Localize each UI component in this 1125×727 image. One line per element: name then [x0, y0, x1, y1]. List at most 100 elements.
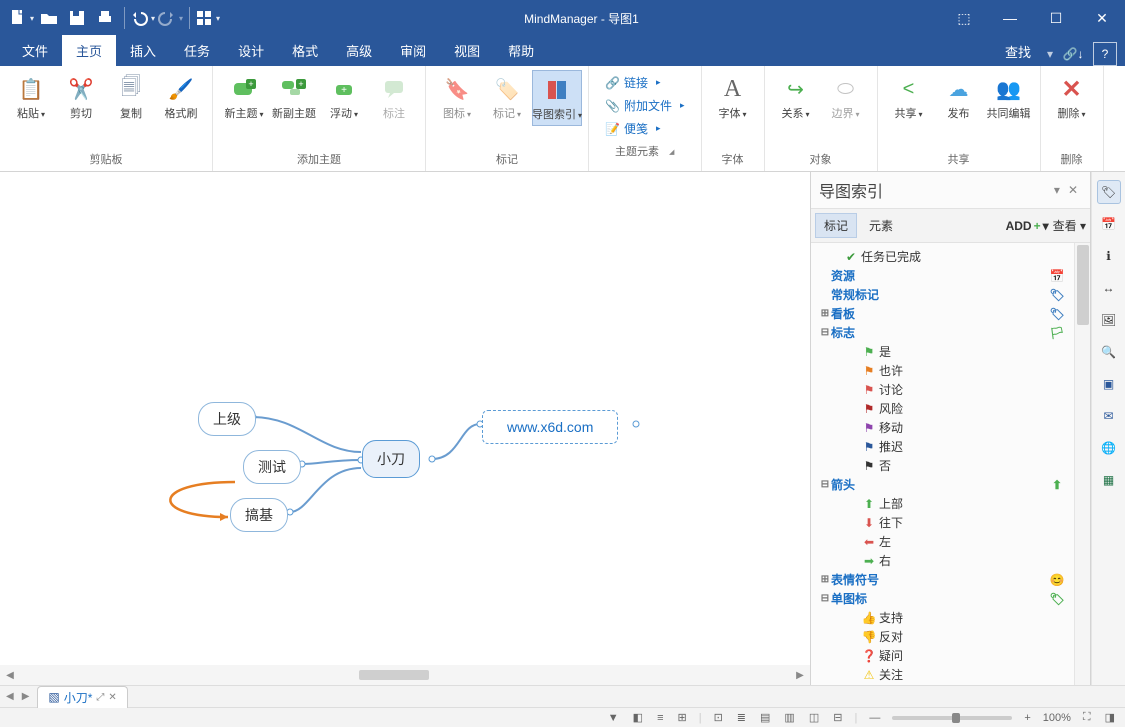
- attach-button[interactable]: 📎附加文件: [605, 97, 685, 114]
- panel-menu-button[interactable]: ▾: [1050, 183, 1064, 197]
- item-arrow-right[interactable]: ➡右: [815, 551, 1070, 570]
- share-button[interactable]: <共享: [884, 70, 934, 124]
- open-button[interactable]: [36, 5, 62, 31]
- item-flag-move[interactable]: ⚑移动: [815, 418, 1070, 437]
- tab-file[interactable]: 文件: [8, 35, 62, 66]
- redo-button[interactable]: [157, 5, 183, 31]
- sidebar-related-icon[interactable]: ↔: [1097, 276, 1121, 300]
- floating-topic-button[interactable]: +浮动: [319, 70, 369, 124]
- item-decision[interactable]: ⚖决定: [815, 684, 1070, 685]
- tab-advanced[interactable]: 高级: [332, 35, 386, 66]
- copy-button[interactable]: 🗐复制: [106, 70, 156, 124]
- item-arrow-left[interactable]: ⬅左: [815, 532, 1070, 551]
- view-map-icon[interactable]: ⊡: [712, 711, 725, 724]
- ribbon-collapse-button[interactable]: ⬚: [941, 0, 987, 36]
- status-btn-3[interactable]: ⊞: [676, 711, 689, 724]
- status-btn-1[interactable]: ◧: [631, 711, 645, 724]
- help-icon[interactable]: ?: [1093, 42, 1117, 66]
- new-topic-button[interactable]: +新主题: [219, 70, 269, 124]
- panel-vscrollbar[interactable]: [1074, 243, 1090, 685]
- item-flag-risk[interactable]: ⚑风险: [815, 399, 1070, 418]
- marker-tree[interactable]: ✔︎任务已完成 资源📅 常规标记🏷 ⊞看板🏷 ⊟标志🏳 ⚑是 ⚑也许 ⚑讨论 ⚑…: [811, 243, 1074, 685]
- filter-icon[interactable]: ▼: [606, 712, 621, 724]
- mindmap-canvas[interactable]: 小刀 上级 测试 搞基 www.x6d.com: [0, 172, 810, 665]
- view-icon-icon[interactable]: ◫: [807, 711, 821, 724]
- doctabs-prev[interactable]: ◀: [6, 691, 14, 702]
- view-schedule-icon[interactable]: ▥: [782, 711, 796, 724]
- icon-marker-button[interactable]: 🔖图标: [432, 70, 482, 124]
- item-flag-yes[interactable]: ⚑是: [815, 342, 1070, 361]
- item-attention[interactable]: ⚠关注: [815, 665, 1070, 684]
- maximize-button[interactable]: ☐: [1033, 0, 1079, 36]
- view-tag-icon[interactable]: ⊟: [831, 711, 844, 724]
- coedit-button[interactable]: 👥共同编辑: [984, 70, 1034, 124]
- relationship-button[interactable]: ↪︎关系: [771, 70, 821, 124]
- panel-add-button[interactable]: ADD + ▾: [1006, 219, 1049, 233]
- cut-button[interactable]: ✂️剪切: [56, 70, 106, 124]
- item-flags[interactable]: ⊟标志🏳: [815, 323, 1070, 342]
- node-upper[interactable]: 上级: [198, 402, 256, 436]
- zoom-out-button[interactable]: —: [867, 712, 882, 724]
- tab-review[interactable]: 审阅: [386, 35, 440, 66]
- search-field[interactable]: 查找: [989, 36, 1047, 66]
- view-gantt-icon[interactable]: ▤: [758, 711, 772, 724]
- boundary-button[interactable]: ⬭边界: [821, 70, 871, 124]
- node-gaoji[interactable]: 搞基: [230, 498, 288, 532]
- callout-button[interactable]: 标注: [369, 70, 419, 124]
- close-window-button[interactable]: ✕: [1079, 0, 1125, 36]
- fit-button[interactable]: ⛶: [1081, 711, 1093, 724]
- doctabs-next[interactable]: ▶: [22, 691, 30, 702]
- tab-design[interactable]: 设计: [224, 35, 278, 66]
- font-button[interactable]: A字体: [708, 70, 758, 124]
- doc-tab-pin[interactable]: ⤢: [96, 692, 104, 703]
- sidebar-image-icon[interactable]: 🖼: [1097, 308, 1121, 332]
- sidebar-info-icon[interactable]: ℹ: [1097, 244, 1121, 268]
- notes-button[interactable]: 📝便笺: [605, 120, 685, 137]
- sidebar-web-icon[interactable]: 🌐: [1097, 436, 1121, 460]
- format-painter-button[interactable]: 🖌️格式刷: [156, 70, 206, 124]
- sidebar-outlook-icon[interactable]: ✉: [1097, 404, 1121, 428]
- status-btn-2[interactable]: ≡: [655, 712, 665, 724]
- minimize-button[interactable]: —: [987, 0, 1033, 36]
- item-general-markers[interactable]: 常规标记🏷: [815, 285, 1070, 304]
- tab-help[interactable]: 帮助: [494, 35, 548, 66]
- tab-home[interactable]: 主页: [62, 35, 116, 66]
- delete-button[interactable]: ✕删除: [1047, 70, 1097, 124]
- item-flag-maybe[interactable]: ⚑也许: [815, 361, 1070, 380]
- tab-format[interactable]: 格式: [278, 35, 332, 66]
- save-button[interactable]: [64, 5, 90, 31]
- scroll-left-button[interactable]: ◀: [0, 670, 20, 681]
- item-task-done[interactable]: ✔︎任务已完成: [815, 247, 1070, 266]
- tab-view[interactable]: 视图: [440, 35, 494, 66]
- document-tab[interactable]: ▧ 小刀* ⤢ ✕: [37, 686, 127, 708]
- print-button[interactable]: [92, 5, 118, 31]
- node-link[interactable]: www.x6d.com: [482, 410, 618, 444]
- node-test[interactable]: 测试: [243, 450, 301, 484]
- item-arrow-down[interactable]: ⬇往下: [815, 513, 1070, 532]
- item-resources[interactable]: 资源📅: [815, 266, 1070, 285]
- sidebar-browser-icon[interactable]: ▣: [1097, 372, 1121, 396]
- item-flag-discuss[interactable]: ⚑讨论: [815, 380, 1070, 399]
- item-emoji[interactable]: ⊞表情符号😊: [815, 570, 1070, 589]
- publish-button[interactable]: ☁︎发布: [934, 70, 984, 124]
- link-icon[interactable]: 🔗↓: [1061, 42, 1085, 66]
- item-arrows[interactable]: ⊟箭头⬆: [815, 475, 1070, 494]
- sidebar-index-icon[interactable]: 🏷: [1097, 180, 1121, 204]
- item-flag-defer[interactable]: ⚑推迟: [815, 437, 1070, 456]
- map-index-button[interactable]: 导图索引: [532, 70, 582, 126]
- zoom-slider[interactable]: [892, 716, 1012, 720]
- view-outline-icon[interactable]: ≣: [735, 711, 748, 724]
- item-kanban[interactable]: ⊞看板🏷: [815, 304, 1070, 323]
- hyperlink-button[interactable]: 🔗链接: [605, 74, 685, 91]
- panel-close-button[interactable]: ✕: [1064, 183, 1082, 197]
- item-thumbs-down[interactable]: 👎反对: [815, 627, 1070, 646]
- sidebar-search-icon[interactable]: 🔍: [1097, 340, 1121, 364]
- undo-button[interactable]: [129, 5, 155, 31]
- tab-task[interactable]: 任务: [170, 35, 224, 66]
- item-question[interactable]: ❓疑问: [815, 646, 1070, 665]
- sidebar-task-icon[interactable]: 📅: [1097, 212, 1121, 236]
- panel-tab-markers[interactable]: 标记: [815, 213, 857, 238]
- styles-button[interactable]: [194, 5, 220, 31]
- expand-button[interactable]: ◨: [1103, 711, 1117, 724]
- scroll-right-button[interactable]: ▶: [790, 670, 810, 681]
